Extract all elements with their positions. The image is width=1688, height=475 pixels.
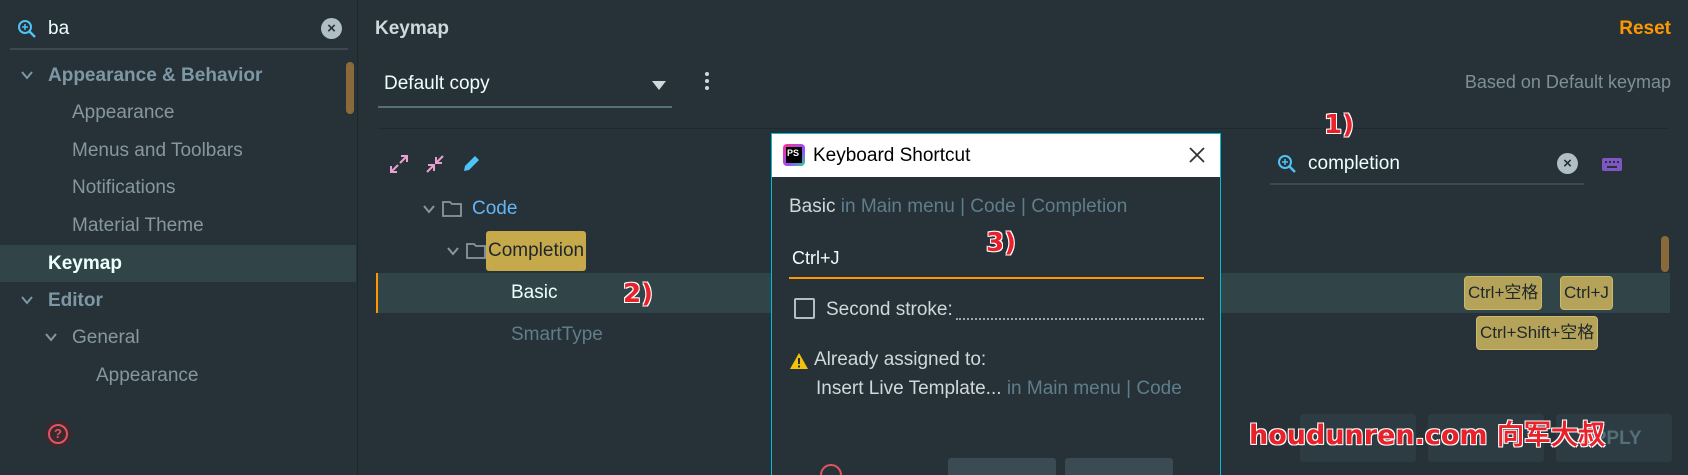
shortcut-badge: Ctrl+Shift+空格 <box>1476 316 1599 350</box>
tree-item-label: Keymap <box>48 253 122 274</box>
clear-search-icon[interactable]: × <box>321 18 342 39</box>
conflict-action: Insert Live Template... in Main menu | C… <box>816 378 1182 400</box>
chevron-down-icon <box>423 205 435 214</box>
tree-item-label: General <box>72 327 140 348</box>
tree-item-label: Editor <box>48 290 103 311</box>
chevron-down-icon <box>21 71 33 80</box>
chevron-down-icon <box>21 296 33 305</box>
action-name: Basic <box>789 196 836 217</box>
shortcut-badge: Ctrl+J <box>1560 276 1613 310</box>
page-title: Keymap <box>375 18 449 39</box>
pycharm-logo-icon: PS <box>783 144 805 166</box>
reset-link[interactable]: Reset <box>1619 18 1671 40</box>
keymap-row-label: Completion <box>486 231 587 271</box>
tree-item-menus-toolbars[interactable]: Menus and Toolbars <box>0 132 356 169</box>
tree-item-label: Material Theme <box>72 215 204 236</box>
tree-item-appearance-behavior[interactable]: Appearance & Behavior <box>0 57 356 94</box>
find-by-shortcut-keyboard-icon[interactable] <box>1601 153 1623 175</box>
conflict-warning: Already assigned to: <box>814 349 987 370</box>
divider <box>378 128 1668 129</box>
edit-icon[interactable] <box>460 153 482 175</box>
keymap-search-field[interactable]: completion × <box>1270 143 1584 185</box>
more-options-icon[interactable] <box>702 70 712 94</box>
tree-item-general[interactable]: General <box>0 319 356 356</box>
second-stroke-label: Second stroke: <box>826 299 953 320</box>
annotation-step-1: 1) <box>1324 110 1354 140</box>
first-stroke-value: Ctrl+J <box>792 248 840 268</box>
dialog-ok-button[interactable] <box>948 458 1056 475</box>
help-icon: ? <box>48 424 68 444</box>
tree-item-editor[interactable]: Editor <box>0 282 356 319</box>
tree-item-label: Notifications <box>72 177 176 198</box>
tree-item-label: Appearance <box>72 102 175 123</box>
tree-item-label: Appearance & Behavior <box>48 65 263 86</box>
tree-item-general-appearance[interactable]: Appearance <box>0 357 356 394</box>
keymap-scrollbar[interactable] <box>1661 236 1669 272</box>
keymap-scheme-value: Default copy <box>384 73 490 94</box>
keymap-scheme-dropdown[interactable]: Default copy <box>378 64 672 108</box>
keymap-search-input[interactable]: completion <box>1308 153 1400 175</box>
warning-icon <box>790 353 808 369</box>
folder-icon <box>466 243 486 259</box>
annotation-step-2: 2) <box>623 279 653 309</box>
close-icon[interactable] <box>1188 146 1206 164</box>
action-location: in Main menu | Code | Completion <box>840 196 1128 217</box>
tree-item-notifications[interactable]: Notifications <box>0 169 356 206</box>
based-on-label: Based on Default keymap <box>1464 72 1671 92</box>
second-stroke-checkbox[interactable] <box>794 298 815 319</box>
settings-sidebar: ba × Appearance & Behavior Appearance Me… <box>0 0 358 475</box>
keymap-row-label: Code <box>472 198 518 219</box>
shortcut-badge: Ctrl+空格 <box>1464 276 1543 310</box>
chevron-down-icon <box>447 247 459 256</box>
tree-item-material-theme[interactable]: Material Theme <box>0 207 356 244</box>
keyboard-shortcut-dialog: PS Keyboard Shortcut Basic in Main menu … <box>771 133 1221 475</box>
clear-search-icon[interactable]: × <box>1557 153 1578 174</box>
dropdown-arrow-icon <box>652 81 666 90</box>
search-icon <box>1278 155 1296 173</box>
conflict-action-name: Insert Live Template... <box>816 378 1002 399</box>
keymap-row-label: SmartType <box>511 324 603 345</box>
help-icon[interactable] <box>820 464 842 475</box>
dialog-title: Keyboard Shortcut <box>813 145 971 166</box>
settings-search-field[interactable]: ba × <box>10 8 348 50</box>
folder-icon <box>442 201 462 217</box>
dialog-cancel-button[interactable] <box>1065 458 1173 475</box>
tree-item-appearance[interactable]: Appearance <box>0 94 356 131</box>
conflict-action-location: in Main menu | Code <box>1006 378 1182 399</box>
action-path: Basic in Main menu | Code | Completion <box>789 196 1127 218</box>
tree-item-keymap[interactable]: Keymap <box>0 245 356 282</box>
expand-all-icon[interactable] <box>388 153 410 175</box>
keymap-row-label: Basic <box>511 282 558 303</box>
search-icon <box>18 20 36 38</box>
settings-search-input[interactable]: ba <box>48 18 69 40</box>
second-stroke-field[interactable] <box>956 312 1204 320</box>
watermark-text: houdunren.com 向军大叔 <box>1249 420 1605 451</box>
collapse-all-icon[interactable] <box>424 153 446 175</box>
dialog-titlebar[interactable]: PS Keyboard Shortcut <box>772 134 1220 177</box>
chevron-down-icon <box>45 333 57 342</box>
help-button[interactable]: ? <box>44 420 72 448</box>
tree-item-label: Appearance <box>96 365 199 386</box>
sidebar-scrollbar[interactable] <box>346 62 354 114</box>
tree-item-label: Menus and Toolbars <box>72 140 243 161</box>
annotation-step-3: 3) <box>986 228 1016 258</box>
